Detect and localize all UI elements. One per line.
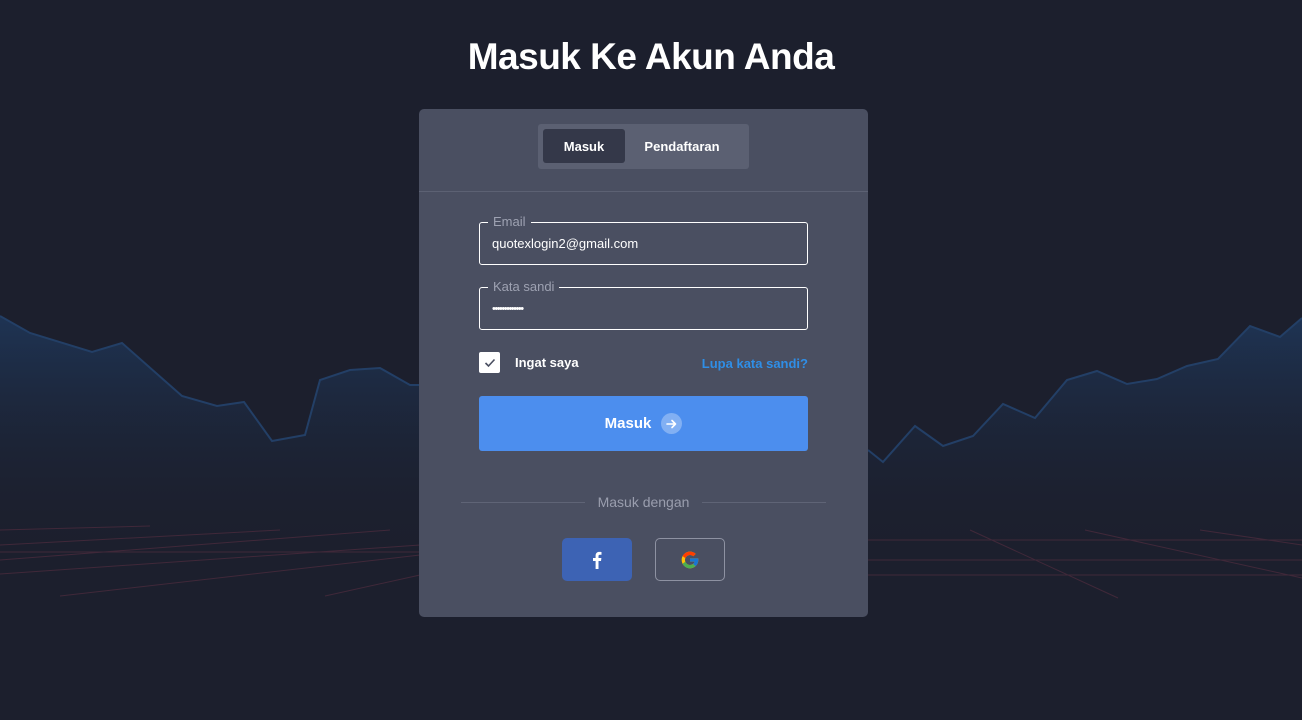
tabs-divider <box>419 191 868 192</box>
remember-me[interactable]: Ingat saya <box>479 352 579 373</box>
password-field[interactable]: Kata sandi ••••••••••••• <box>479 279 808 330</box>
login-card: Masuk Pendaftaran Email quotexlogin2@gma… <box>419 109 868 617</box>
facebook-login-button[interactable] <box>562 538 632 581</box>
social-divider: Masuk dengan <box>461 494 826 510</box>
remember-checkbox[interactable] <box>479 352 500 373</box>
tab-register[interactable]: Pendaftaran <box>625 129 739 163</box>
submit-label: Masuk <box>604 415 652 432</box>
login-submit-button[interactable]: Masuk <box>479 396 808 451</box>
auth-tabs: Masuk Pendaftaran <box>538 124 749 169</box>
forgot-password-link[interactable]: Lupa kata sandi? <box>702 356 808 371</box>
arrow-right-icon <box>661 413 683 434</box>
email-field[interactable]: Email quotexlogin2@gmail.com <box>479 214 808 265</box>
check-icon <box>484 358 495 367</box>
password-input[interactable]: ••••••••••••• <box>492 288 797 329</box>
google-login-button[interactable] <box>655 538 725 581</box>
remember-label: Ingat saya <box>515 355 579 370</box>
facebook-icon <box>593 551 602 569</box>
tab-login[interactable]: Masuk <box>543 129 625 163</box>
google-icon <box>681 551 699 568</box>
social-divider-label: Masuk dengan <box>597 494 690 510</box>
page-title: Masuk Ke Akun Anda <box>467 36 835 77</box>
email-input[interactable]: quotexlogin2@gmail.com <box>492 223 797 264</box>
